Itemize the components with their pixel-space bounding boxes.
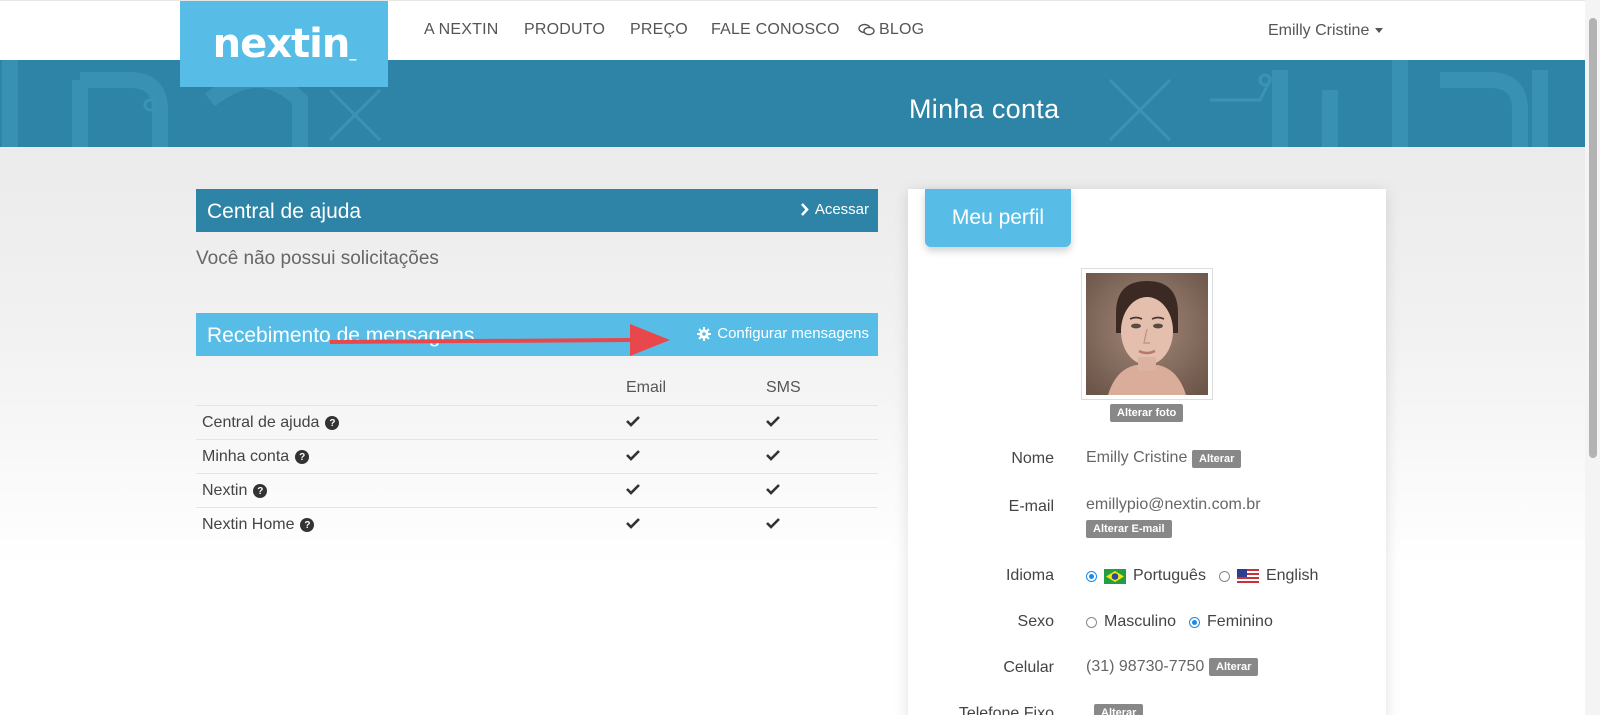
sex-radio-feminino[interactable] [1189, 616, 1201, 628]
user-menu[interactable]: Emilly Cristine [1268, 22, 1384, 40]
table-row: Minha conta? [196, 439, 878, 473]
row-label: Minha conta [202, 448, 290, 465]
change-email-button[interactable]: Alterar E-mail [1086, 520, 1172, 538]
question-icon[interactable]: ? [295, 450, 310, 464]
page-title: Minha conta [909, 94, 1060, 124]
nav-blog[interactable]: BLOG [858, 21, 924, 39]
scrollbar-thumb[interactable] [1589, 18, 1597, 458]
phone-label: Celular [1003, 659, 1054, 676]
name-value: Emilly Cristine [1086, 449, 1188, 466]
table-row: Nextin Home? [196, 507, 878, 541]
check-icon [626, 518, 640, 529]
language-radio-group: Português English [1086, 567, 1318, 585]
language-option-portugues: Português [1133, 567, 1206, 584]
annotation-arrow [330, 324, 670, 356]
sex-label: Sexo [1017, 613, 1054, 630]
configure-messages-label: Configurar mensagens [717, 325, 869, 342]
check-icon [626, 484, 640, 495]
us-flag-icon [1236, 568, 1259, 584]
change-phone-button[interactable]: Alterar [1209, 658, 1259, 676]
sex-option-feminino: Feminino [1207, 613, 1273, 630]
phone-value: (31) 98730-7750 [1086, 658, 1205, 675]
check-icon [766, 484, 780, 495]
gear-icon [697, 326, 712, 341]
nav-preco[interactable]: PREÇO [630, 21, 688, 39]
profile-tab[interactable]: Meu perfil [925, 189, 1071, 247]
email-label: E-mail [1008, 498, 1054, 515]
landline-label: Telefone Fixo [958, 705, 1054, 715]
sex-radio-group: Masculino Feminino [1086, 613, 1273, 631]
change-name-button[interactable]: Alterar [1192, 450, 1242, 468]
brazil-flag-icon [1104, 568, 1126, 584]
configure-messages-button[interactable]: Configurar mensagens [697, 325, 869, 342]
sex-option-masculino: Masculino [1104, 613, 1177, 630]
help-center-title: Central de ajuda [207, 200, 362, 223]
check-icon [626, 450, 640, 461]
page-scrollbar[interactable] [1585, 0, 1600, 715]
language-radio-portugues[interactable] [1086, 570, 1097, 582]
help-center-access-button[interactable]: Acessar [800, 201, 869, 218]
nav-a-nextin[interactable]: A NEXTIN [424, 21, 499, 39]
check-icon [766, 450, 780, 461]
name-label: Nome [1011, 450, 1054, 467]
question-icon[interactable]: ? [253, 484, 268, 498]
chevron-right-icon [800, 203, 809, 216]
user-name: Emilly Cristine [1268, 22, 1370, 39]
column-header-sms: SMS [766, 379, 801, 396]
avatar [1081, 268, 1213, 400]
nav-produto[interactable]: PRODUTO [524, 21, 605, 39]
profile-photo [1086, 273, 1208, 395]
help-center-access-label: Acessar [814, 201, 869, 218]
check-icon [766, 518, 780, 529]
brand-logo[interactable]: nextin_ [180, 1, 388, 87]
chat-icon [858, 23, 875, 36]
language-radio-english[interactable] [1218, 570, 1230, 582]
no-requests-text: Você não possui solicitações [196, 248, 439, 269]
language-label: Idioma [1005, 567, 1054, 584]
language-option-english: English [1265, 567, 1319, 584]
row-label: Central de ajuda [202, 414, 320, 431]
caret-down-icon [1375, 28, 1384, 34]
column-header-email: Email [626, 379, 667, 396]
change-landline-button[interactable]: Alterar [1094, 704, 1144, 715]
logo-text: nextin_ [212, 21, 357, 67]
nav-blog-label: BLOG [879, 21, 925, 38]
question-icon[interactable]: ? [325, 416, 340, 430]
check-icon [626, 416, 640, 427]
question-icon[interactable]: ? [300, 518, 315, 532]
row-label: Nextin Home [202, 516, 295, 533]
table-row: Central de ajuda? [196, 405, 878, 439]
help-center-header: Central de ajuda Acessar [196, 189, 878, 232]
sex-radio-masculino[interactable] [1086, 616, 1097, 628]
email-value: emillypio@nextin.com.br [1086, 496, 1261, 513]
table-row: Nextin? [196, 473, 878, 507]
nav-fale-conosco[interactable]: FALE CONOSCO [711, 21, 840, 39]
check-icon [766, 416, 780, 427]
row-label: Nextin [202, 482, 248, 499]
change-photo-button[interactable]: Alterar foto [1110, 404, 1184, 422]
